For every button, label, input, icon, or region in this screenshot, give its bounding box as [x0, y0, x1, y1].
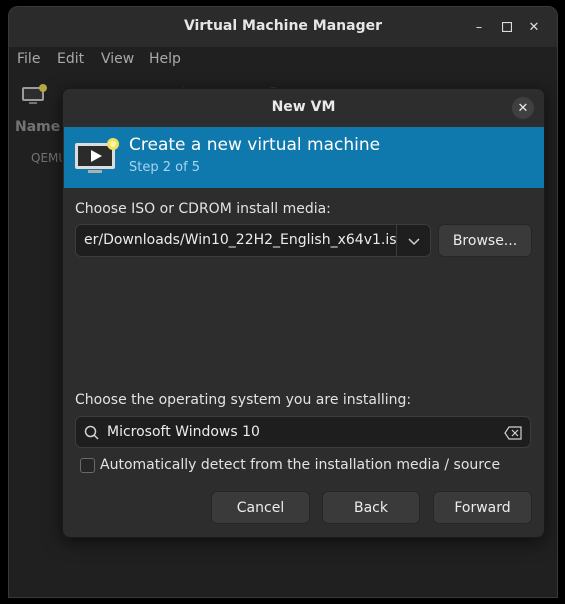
browse-button[interactable]: Browse...: [438, 224, 532, 257]
iso-path-combo[interactable]: er/Downloads/Win10_22H2_English_x64v1.is…: [75, 224, 431, 257]
os-search-value[interactable]: Microsoft Windows 10: [107, 424, 260, 440]
wizard-banner: Create a new virtual machine Step 2 of 5: [64, 127, 544, 188]
new-vm-dialog: New VM ✕ Create a new virtual machine St…: [62, 88, 545, 538]
forward-button[interactable]: Forward: [433, 491, 532, 524]
maximize-icon[interactable]: [497, 17, 517, 37]
close-icon[interactable]: ✕: [512, 97, 534, 119]
os-search-input[interactable]: Microsoft Windows 10: [75, 416, 531, 448]
clear-icon[interactable]: [504, 426, 522, 444]
search-icon: [84, 425, 100, 445]
dialog-title: New VM: [271, 99, 336, 115]
minimize-icon[interactable]: –: [469, 17, 489, 37]
step-indicator: Step 2 of 5: [129, 160, 201, 175]
auto-detect-label[interactable]: Automatically detect from the installati…: [100, 457, 500, 473]
close-icon[interactable]: ✕: [524, 17, 544, 37]
chevron-down-icon[interactable]: [406, 233, 422, 249]
main-titlebar: Virtual Machine Manager – ✕: [9, 7, 557, 47]
iso-path-value[interactable]: er/Downloads/Win10_22H2_English_x64v1.is…: [84, 232, 396, 248]
back-button[interactable]: Back: [322, 491, 420, 524]
auto-detect-checkbox[interactable]: [80, 458, 95, 473]
os-label: Choose the operating system you are inst…: [75, 392, 412, 408]
banner-title: Create a new virtual machine: [129, 135, 381, 155]
monitor-new-icon: [74, 137, 120, 181]
iso-label: Choose ISO or CDROM install media:: [75, 201, 331, 217]
dialog-titlebar: New VM ✕: [63, 89, 544, 127]
combo-divider: [396, 225, 397, 256]
cancel-button[interactable]: Cancel: [211, 491, 310, 524]
